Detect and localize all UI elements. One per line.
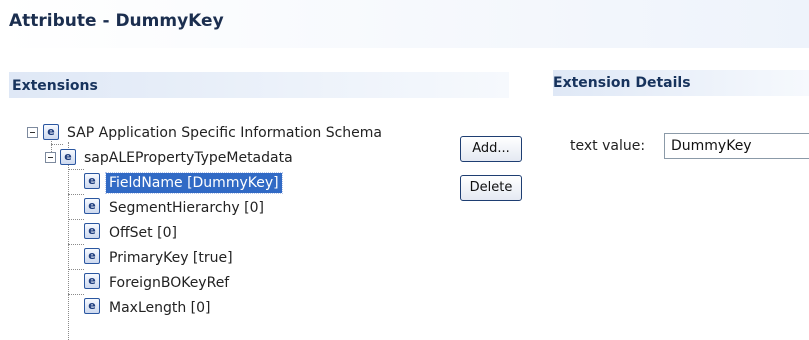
tree-leaf[interactable]: e SegmentHierarchy [0] (0, 198, 460, 218)
tree-node-child[interactable]: e sapALEPropertyTypeMetadata (0, 148, 460, 168)
element-e-icon: e (84, 248, 100, 264)
tree-leaf-label: MaxLength [0] (109, 300, 211, 316)
tree-connector (68, 269, 84, 270)
text-value-input[interactable]: DummyKey (664, 133, 809, 159)
tree-leaf[interactable]: e FieldName [DummyKey] (0, 172, 460, 194)
tree-connector (68, 294, 84, 295)
tree-leaf-label: FieldName [DummyKey] (105, 172, 283, 194)
collapse-toggle-icon[interactable] (45, 152, 56, 163)
tree-leaf-label: OffSet [0] (109, 225, 177, 241)
element-e-icon: e (84, 198, 100, 214)
delete-button[interactable]: Delete (460, 175, 522, 201)
tree-leaf-label: ForeignBOKeyRef (109, 275, 230, 291)
element-e-icon: e (84, 223, 100, 239)
extensions-section-header[interactable]: Extensions (9, 72, 509, 98)
tree-node-root[interactable]: e SAP Application Specific Information S… (0, 123, 460, 143)
tree-connector (68, 169, 84, 170)
tree-node-label: sapALEPropertyTypeMetadata (84, 150, 293, 166)
tree-connector (51, 144, 63, 145)
tree-connector (68, 219, 84, 220)
collapse-toggle-icon[interactable] (27, 127, 38, 138)
element-e-icon: e (84, 273, 100, 289)
element-e-icon: e (84, 298, 100, 314)
tree-connector (68, 244, 84, 245)
editor-title: Attribute - DummyKey (9, 11, 224, 31)
element-e-icon: e (43, 124, 59, 140)
element-e-icon: e (84, 173, 100, 189)
extension-details-section-header[interactable]: Extension Details (553, 70, 809, 96)
tree-leaf[interactable]: e ForeignBOKeyRef (0, 273, 460, 293)
extensions-section-title: Extensions (12, 78, 98, 94)
tree-leaf[interactable]: e PrimaryKey [true] (0, 248, 460, 268)
editor-header: Attribute - DummyKey (0, 0, 809, 48)
element-e-icon: e (60, 149, 76, 165)
add-button[interactable]: Add... (460, 136, 522, 162)
text-value-label: text value: (570, 138, 646, 154)
tree-connector (68, 194, 84, 195)
extension-details-section-title: Extension Details (553, 75, 691, 91)
tree-node-label: SAP Application Specific Information Sch… (67, 125, 383, 141)
tree-leaf-label: PrimaryKey [true] (109, 250, 233, 266)
tree-leaf[interactable]: e OffSet [0] (0, 223, 460, 243)
extensions-tree[interactable]: e SAP Application Specific Information S… (0, 118, 460, 340)
tree-leaf[interactable]: e MaxLength [0] (0, 298, 460, 318)
tree-leaf-label: SegmentHierarchy [0] (109, 200, 264, 216)
